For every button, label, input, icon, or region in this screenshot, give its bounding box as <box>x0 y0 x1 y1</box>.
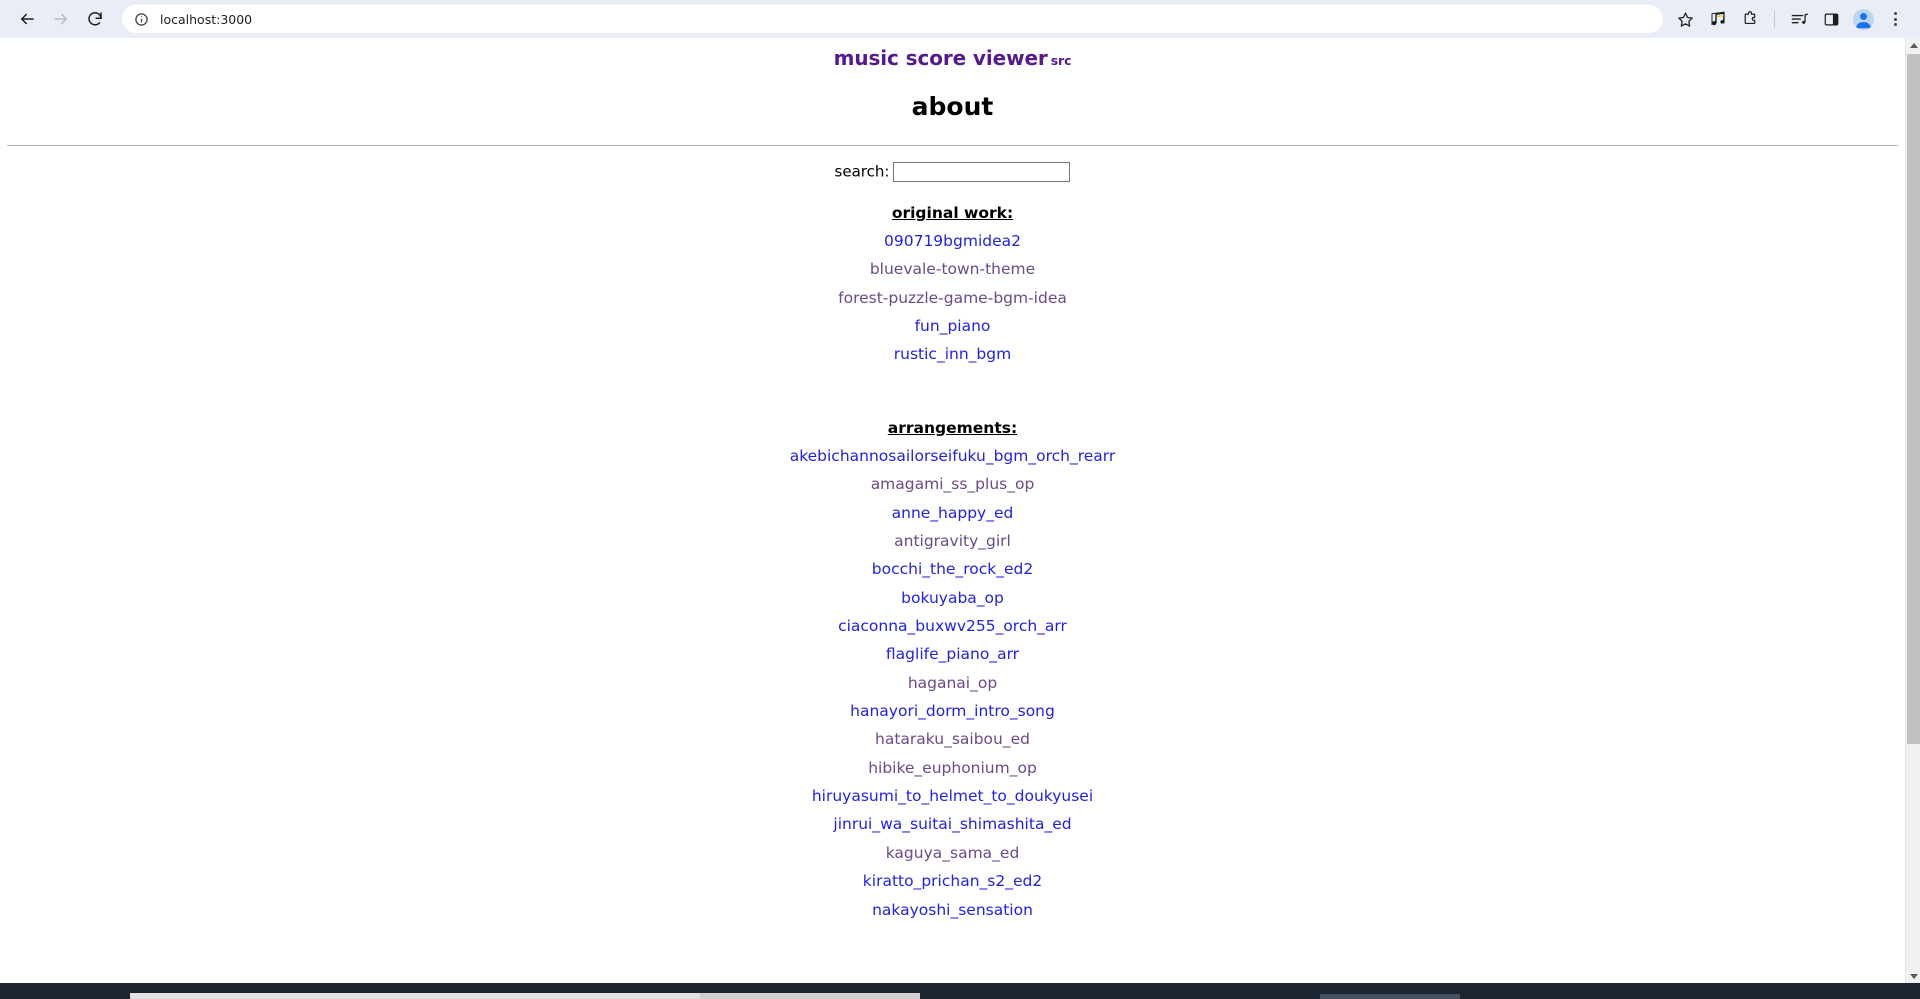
score-link[interactable]: jinrui_wa_suitai_shimashita_ed <box>833 815 1071 833</box>
page-title: about <box>911 92 994 121</box>
back-button[interactable] <box>10 2 44 36</box>
list-item: kiratto_prichan_s2_ed2 <box>0 862 1905 890</box>
info-circle-icon[interactable] <box>132 10 150 28</box>
browser-toolbar: localhost:3000 <box>0 0 1920 38</box>
desktop-taskbar <box>0 983 1920 999</box>
original-work-list: 090719bgmidea2 bluevale-town-theme fores… <box>0 222 1905 364</box>
list-item: rustic_inn_bgm <box>0 335 1905 363</box>
side-panel-icon[interactable] <box>1816 4 1846 34</box>
score-link[interactable]: kaguya_sama_ed <box>886 844 1020 862</box>
score-link[interactable]: hataraku_saibou_ed <box>875 730 1030 748</box>
section-arrangements: arrangements: akebichannosailorseifuku_b… <box>0 397 1905 919</box>
score-link[interactable]: kiratto_prichan_s2_ed2 <box>863 872 1042 890</box>
list-item: kaguya_sama_ed <box>0 834 1905 862</box>
list-item: flaglife_piano_arr <box>0 635 1905 663</box>
site-title-src: src <box>1050 53 1072 68</box>
score-link[interactable]: fun_piano <box>915 317 991 335</box>
search-row: search: <box>0 146 1905 182</box>
score-link[interactable]: amagami_ss_plus_op <box>871 475 1035 493</box>
list-item: bluevale-town-theme <box>0 250 1905 278</box>
site-title: music score viewer src <box>0 38 1905 70</box>
toolbar-divider <box>1774 10 1775 28</box>
horizontal-scrollbar-thumb[interactable] <box>130 993 700 999</box>
list-item: nakayoshi_sensation <box>0 891 1905 919</box>
avatar <box>1852 8 1874 30</box>
score-link[interactable]: hibike_euphonium_op <box>868 759 1037 777</box>
score-link[interactable]: nakayoshi_sensation <box>872 901 1033 919</box>
vertical-scrollbar[interactable] <box>1905 38 1920 983</box>
list-item: hiruyasumi_to_helmet_to_doukyusei <box>0 777 1905 805</box>
chrome-menu-icon[interactable] <box>1880 4 1910 34</box>
score-link[interactable]: flaglife_piano_arr <box>886 645 1019 663</box>
score-link[interactable]: ciaconna_buxwv255_orch_arr <box>838 617 1067 635</box>
page-content: music score viewer src about search: orig… <box>0 38 1905 919</box>
search-label: search: <box>834 162 890 181</box>
score-link[interactable]: bocchi_the_rock_ed2 <box>872 560 1033 578</box>
forward-button[interactable] <box>44 2 78 36</box>
site-title-text: music score viewer <box>833 46 1048 70</box>
extensions-puzzle-icon[interactable] <box>1735 4 1765 34</box>
list-item: hibike_euphonium_op <box>0 749 1905 777</box>
scroll-down-arrow-icon[interactable] <box>1906 969 1920 983</box>
scrollbar-thumb[interactable] <box>1907 54 1920 744</box>
list-item: bokuyaba_op <box>0 579 1905 607</box>
list-item: hataraku_saibou_ed <box>0 720 1905 748</box>
scroll-up-arrow-icon[interactable] <box>1906 38 1920 52</box>
list-item: jinrui_wa_suitai_shimashita_ed <box>0 805 1905 833</box>
arrangements-list: akebichannosailorseifuku_bgm_orch_rearr … <box>0 437 1905 919</box>
profile-avatar-icon[interactable] <box>1848 4 1878 34</box>
address-bar[interactable]: localhost:3000 <box>122 5 1663 33</box>
list-item: antigravity_girl <box>0 522 1905 550</box>
list-item: haganai_op <box>0 664 1905 692</box>
score-link[interactable]: 090719bgmidea2 <box>884 232 1021 250</box>
score-link[interactable]: hanayori_dorm_intro_song <box>850 702 1055 720</box>
list-item: akebichannosailorseifuku_bgm_orch_rearr <box>0 437 1905 465</box>
search-input[interactable] <box>893 162 1071 182</box>
forward-arrow-icon <box>54 13 67 25</box>
score-link[interactable]: bokuyaba_op <box>901 589 1004 607</box>
score-link[interactable]: rustic_inn_bgm <box>894 345 1011 363</box>
taskbar-window-tile[interactable] <box>1320 994 1460 999</box>
section-heading: arrangements: <box>887 418 1018 437</box>
list-item: hanayori_dorm_intro_song <box>0 692 1905 720</box>
music-extension-icon[interactable] <box>1703 4 1733 34</box>
list-item: amagami_ss_plus_op <box>0 465 1905 493</box>
score-link[interactable]: bluevale-town-theme <box>870 260 1035 278</box>
bookmark-star-icon[interactable] <box>1671 5 1699 33</box>
section-original-work: original work: 090719bgmidea2 bluevale-t… <box>0 182 1905 364</box>
list-item: fun_piano <box>0 307 1905 335</box>
media-playlist-icon[interactable] <box>1784 4 1814 34</box>
score-link[interactable]: hiruyasumi_to_helmet_to_doukyusei <box>812 787 1093 805</box>
list-item: anne_happy_ed <box>0 494 1905 522</box>
score-link[interactable]: forest-puzzle-game-bgm-idea <box>838 289 1067 307</box>
reload-icon <box>88 12 102 26</box>
score-link[interactable]: antigravity_girl <box>894 532 1011 550</box>
page-viewport: music score viewer src about search: orig… <box>0 38 1920 983</box>
section-heading: original work: <box>891 204 1014 222</box>
list-item: ciaconna_buxwv255_orch_arr <box>0 607 1905 635</box>
score-link[interactable]: haganai_op <box>908 674 997 692</box>
list-item: forest-puzzle-game-bgm-idea <box>0 279 1905 307</box>
score-link[interactable]: akebichannosailorseifuku_bgm_orch_rearr <box>790 447 1116 465</box>
back-arrow-icon <box>21 13 34 25</box>
reload-button[interactable] <box>78 2 112 36</box>
address-bar-url: localhost:3000 <box>160 11 253 27</box>
score-link[interactable]: anne_happy_ed <box>892 504 1014 522</box>
toolbar-actions <box>1703 4 1910 34</box>
list-item: 090719bgmidea2 <box>0 222 1905 250</box>
list-item: bocchi_the_rock_ed2 <box>0 550 1905 578</box>
